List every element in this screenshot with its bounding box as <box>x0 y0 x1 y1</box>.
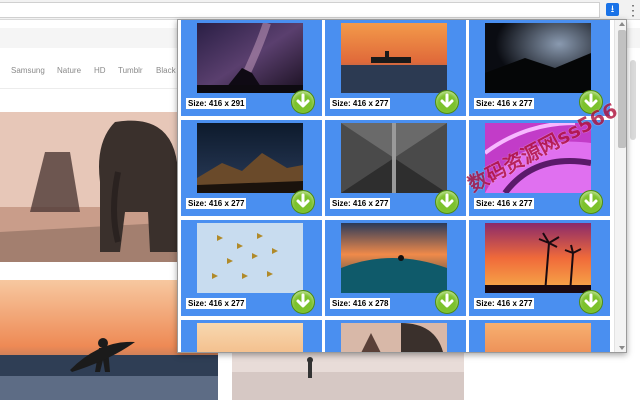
image-card[interactable]: Size: 416 x 291 <box>181 20 322 116</box>
divider <box>0 88 180 89</box>
download-arrow-icon[interactable]: ⭳ <box>606 3 619 16</box>
download-button[interactable] <box>579 190 603 214</box>
tag-link[interactable]: Tumblr <box>118 66 143 75</box>
image-card[interactable]: Size: 416 x 277 <box>181 120 322 216</box>
beach-photo[interactable] <box>232 352 464 400</box>
image-thumbnail[interactable] <box>341 323 447 352</box>
browser-page: ⭳ ⋮ Samsung Nature HD Tumblr Black Size:… <box>0 0 640 400</box>
scroll-up-arrow-icon[interactable] <box>619 22 625 26</box>
image-card[interactable]: Size: 416 x 277 <box>181 220 322 316</box>
address-bar[interactable] <box>0 2 600 18</box>
download-button[interactable] <box>291 90 315 114</box>
download-button[interactable] <box>291 290 315 314</box>
image-downloader-popup: Size: 416 x 291 Size: 416 x 277 Size: 41… <box>177 19 627 353</box>
image-size-label: Size: 416 x 277 <box>474 198 535 209</box>
tag-link[interactable]: Black <box>156 66 176 75</box>
tag-link[interactable]: HD <box>94 66 106 75</box>
image-size-label: Size: 416 x 277 <box>186 198 247 209</box>
image-thumbnail[interactable] <box>485 323 591 352</box>
vertical-dots-icon[interactable]: ⋮ <box>626 2 640 18</box>
image-thumbnail[interactable] <box>197 223 303 293</box>
image-thumbnail[interactable] <box>197 123 303 193</box>
image-thumbnail[interactable] <box>341 223 447 293</box>
image-card[interactable] <box>325 320 466 352</box>
image-thumbnail[interactable] <box>341 123 447 193</box>
tag-link[interactable]: Nature <box>57 66 81 75</box>
image-thumbnail[interactable] <box>485 23 591 93</box>
image-card[interactable]: Size: 416 x 278 <box>325 220 466 316</box>
elephant-photo[interactable] <box>0 112 180 262</box>
image-card[interactable]: Size: 416 x 277 <box>325 20 466 116</box>
tag-link[interactable]: Samsung <box>11 66 45 75</box>
download-button[interactable] <box>579 290 603 314</box>
image-size-label: Size: 416 x 277 <box>474 298 535 309</box>
browser-toolbar: ⭳ ⋮ <box>0 0 640 20</box>
image-card[interactable]: Size: 416 x 277 <box>325 120 466 216</box>
scroll-down-arrow-icon[interactable] <box>619 346 625 350</box>
download-button[interactable] <box>291 190 315 214</box>
scrollbar-thumb[interactable] <box>618 30 626 148</box>
download-button[interactable] <box>435 190 459 214</box>
image-grid: Size: 416 x 291 Size: 416 x 277 Size: 41… <box>178 20 614 352</box>
image-size-label: Size: 416 x 291 <box>186 98 247 109</box>
image-size-label: Size: 416 x 277 <box>186 298 247 309</box>
tag-list: Samsung Nature HD Tumblr Black <box>0 60 200 84</box>
image-thumbnail[interactable] <box>485 223 591 293</box>
image-size-label: Size: 416 x 277 <box>330 198 391 209</box>
image-card[interactable]: Size: 416 x 277 <box>469 220 610 316</box>
download-button[interactable] <box>435 90 459 114</box>
image-thumbnail[interactable] <box>197 23 303 93</box>
image-card[interactable] <box>469 320 610 352</box>
image-thumbnail[interactable] <box>341 23 447 93</box>
page-scrollbar[interactable] <box>630 60 636 140</box>
image-size-label: Size: 416 x 277 <box>474 98 535 109</box>
image-size-label: Size: 416 x 278 <box>330 298 391 309</box>
image-thumbnail[interactable] <box>197 323 303 352</box>
image-size-label: Size: 416 x 277 <box>330 98 391 109</box>
image-card[interactable]: Size: 416 x 277 <box>469 20 610 116</box>
image-card[interactable] <box>181 320 322 352</box>
download-button[interactable] <box>435 290 459 314</box>
popup-scrollbar[interactable] <box>614 20 626 352</box>
